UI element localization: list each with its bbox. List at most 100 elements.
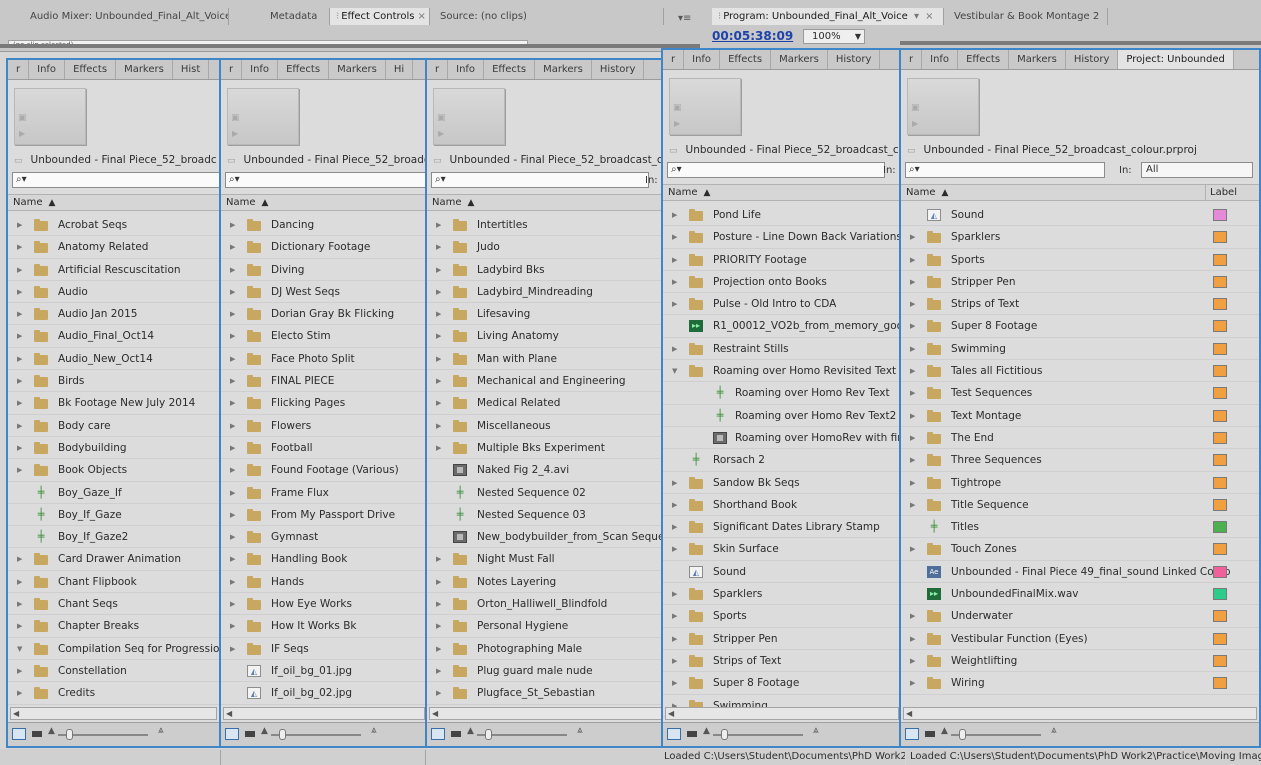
expand-triangle-icon[interactable]: ▶ — [672, 538, 677, 559]
expand-triangle-icon[interactable]: ▶ — [17, 370, 22, 391]
project-item-row[interactable]: ▶ Night Must Fall — [427, 548, 666, 571]
label-color-swatch[interactable] — [1213, 387, 1227, 400]
tab-effects[interactable]: Effects — [958, 50, 1010, 69]
expand-triangle-icon[interactable]: ▶ — [230, 392, 235, 413]
project-item-row[interactable]: ╪ Boy_Gaze_If — [8, 482, 219, 504]
close-icon[interactable]: × — [418, 11, 426, 22]
project-item-row[interactable]: ╪ Nested Sequence 02 — [427, 482, 666, 504]
project-item-row[interactable]: ▶ Shorthand Book — [663, 494, 901, 517]
expand-triangle-icon[interactable]: ▶ — [230, 214, 235, 235]
project-item-row[interactable]: ▶ Multiple Bks Experiment — [427, 437, 666, 460]
expand-triangle-icon[interactable]: ▶ — [910, 249, 915, 270]
project-item-row[interactable]: ▶ Anatomy Related — [8, 236, 219, 259]
tab-project-unbounded[interactable]: Project: Unbounded — [1118, 50, 1234, 69]
list-view-button[interactable] — [905, 728, 919, 740]
expand-triangle-icon[interactable]: ▶ — [17, 682, 22, 703]
project-item-row[interactable]: ▶ Notes Layering — [427, 571, 666, 594]
zoom-select[interactable]: 100% ▼ — [803, 29, 865, 44]
project-item-row[interactable]: New_bodybuilder_from_Scan Sequence — [427, 526, 666, 549]
expand-triangle-icon[interactable]: ▶ — [910, 650, 915, 671]
scroll-left-icon[interactable]: ◀ — [668, 708, 674, 719]
tab-metadata[interactable]: Metadata — [264, 8, 330, 25]
expand-triangle-icon[interactable]: ▶ — [230, 615, 235, 636]
tab-audio-mixer[interactable]: Audio Mixer: Unbounded_Final_Alt_Voice — [24, 8, 229, 25]
tab-markers[interactable]: Markers — [535, 60, 592, 79]
list-view-button[interactable] — [12, 728, 26, 740]
zoom-out-icon[interactable]: ▲ — [941, 726, 948, 736]
expand-triangle-icon[interactable]: ▶ — [910, 405, 915, 426]
expand-triangle-icon[interactable]: ▶ — [17, 615, 22, 636]
name-column-header[interactable]: Name ▲ — [432, 195, 474, 211]
expand-triangle-icon[interactable]: ▶ — [230, 415, 235, 436]
tab-info[interactable]: Info — [448, 60, 485, 79]
list-view-button[interactable] — [667, 728, 681, 740]
project-item-row[interactable]: ▶ Projection onto Books — [663, 271, 901, 294]
horizontal-scrollbar[interactable]: ◀ — [429, 707, 664, 720]
zoom-out-icon[interactable]: ▲ — [703, 726, 710, 736]
project-item-row[interactable]: ▶ Swimming — [901, 338, 1259, 361]
project-item-row[interactable]: ▶ Strips of Text — [663, 650, 901, 673]
expand-triangle-icon[interactable]: ▶ — [436, 303, 441, 324]
expand-triangle-icon[interactable]: ▶ — [910, 538, 915, 559]
expand-triangle-icon[interactable]: ▶ — [436, 348, 441, 369]
expand-triangle-icon[interactable]: ▶ — [672, 628, 677, 649]
expand-triangle-icon[interactable]: ▶ — [672, 293, 677, 314]
expand-triangle-icon[interactable]: ▶ — [230, 504, 235, 525]
expand-triangle-icon[interactable]: ▶ — [672, 583, 677, 604]
label-color-swatch[interactable] — [1213, 320, 1227, 333]
expand-triangle-icon[interactable]: ▶ — [436, 682, 441, 703]
expand-triangle-icon[interactable]: ▶ — [436, 281, 441, 302]
project-item-row[interactable]: ▶ Pond Life — [663, 204, 901, 227]
expand-triangle-icon[interactable]: ▶ — [436, 638, 441, 659]
project-item-row[interactable]: ▶ Test Sequences — [901, 382, 1259, 405]
project-item-row[interactable]: ▶ Artificial Rescuscitation — [8, 259, 219, 281]
collapse-triangle-icon[interactable]: ▼ — [672, 360, 677, 381]
expand-triangle-icon[interactable]: ▶ — [436, 548, 441, 569]
label-color-swatch[interactable] — [1213, 521, 1227, 534]
icon-view-button[interactable] — [451, 731, 461, 737]
project-item-row[interactable]: ╪ Nested Sequence 03 — [427, 504, 666, 527]
project-item-row[interactable]: ▶ How It Works Bk — [221, 615, 427, 638]
project-item-row[interactable]: ▶ The End — [901, 427, 1259, 450]
zoom-in-icon[interactable]: ⩓ — [158, 725, 164, 736]
icon-view-button[interactable] — [687, 731, 697, 737]
project-item-row[interactable]: ▶ Body care — [8, 415, 219, 437]
horizontal-scrollbar[interactable]: ◀ — [903, 707, 1257, 720]
expand-triangle-icon[interactable]: ▶ — [230, 325, 235, 346]
project-item-row[interactable]: ▶ Card Drawer Animation — [8, 548, 219, 571]
project-item-row[interactable]: ▶ Flowers — [221, 415, 427, 437]
project-item-row[interactable]: ▶ Bodybuilding — [8, 437, 219, 460]
label-column-header[interactable]: Label — [1205, 185, 1259, 201]
project-item-row[interactable]: ▶ Constellation — [8, 660, 219, 683]
play-icon[interactable]: ▶ — [674, 119, 680, 128]
expand-triangle-icon[interactable]: ▶ — [230, 482, 235, 503]
expand-triangle-icon[interactable]: ▶ — [230, 571, 235, 592]
project-item-row[interactable]: ▶ Stripper Pen — [663, 628, 901, 650]
expand-triangle-icon[interactable]: ▶ — [230, 259, 235, 280]
project-item-row[interactable]: ▶ Wiring — [901, 672, 1259, 695]
label-color-swatch[interactable] — [1213, 610, 1227, 623]
expand-triangle-icon[interactable]: ▶ — [230, 548, 235, 569]
project-item-row[interactable]: ╪ Roaming over Homo Rev Text2 — [663, 405, 901, 427]
project-item-row[interactable]: ▶ Posture - Line Down Back Variations — [663, 226, 901, 249]
search-input[interactable]: ⌕▾ — [225, 172, 427, 188]
project-item-row[interactable]: ╪ Boy_If_Gaze2 — [8, 526, 219, 549]
expand-triangle-icon[interactable]: ▶ — [910, 360, 915, 381]
tab-effects[interactable]: Effects — [484, 60, 536, 79]
project-item-row[interactable]: ▶ Sparklers — [663, 583, 901, 606]
expand-triangle-icon[interactable]: ▶ — [672, 650, 677, 671]
tab-markers[interactable]: Markers — [1009, 50, 1066, 69]
search-input[interactable]: ⌕▾ — [12, 172, 219, 188]
expand-triangle-icon[interactable]: ▶ — [436, 593, 441, 614]
expand-triangle-icon[interactable]: ▶ — [230, 437, 235, 458]
tab-program-monitor[interactable]: ⁝ Program: Unbounded_Final_Alt_Voice ▾ × — [712, 8, 944, 25]
project-item-row[interactable]: ▶ Chant Seqs — [8, 593, 219, 616]
expand-triangle-icon[interactable]: ▶ — [436, 392, 441, 413]
expand-triangle-icon[interactable]: ▶ — [17, 348, 22, 369]
zoom-slider-handle[interactable] — [66, 729, 73, 740]
tab-effect-controls[interactable]: ⁝ Effect Controls × — [330, 8, 430, 25]
label-color-swatch[interactable] — [1213, 498, 1227, 511]
expand-triangle-icon[interactable]: ▶ — [910, 271, 915, 292]
project-item-row[interactable]: ▶ Intertitles — [427, 214, 666, 237]
horizontal-scrollbar[interactable]: ◀ — [223, 707, 425, 720]
